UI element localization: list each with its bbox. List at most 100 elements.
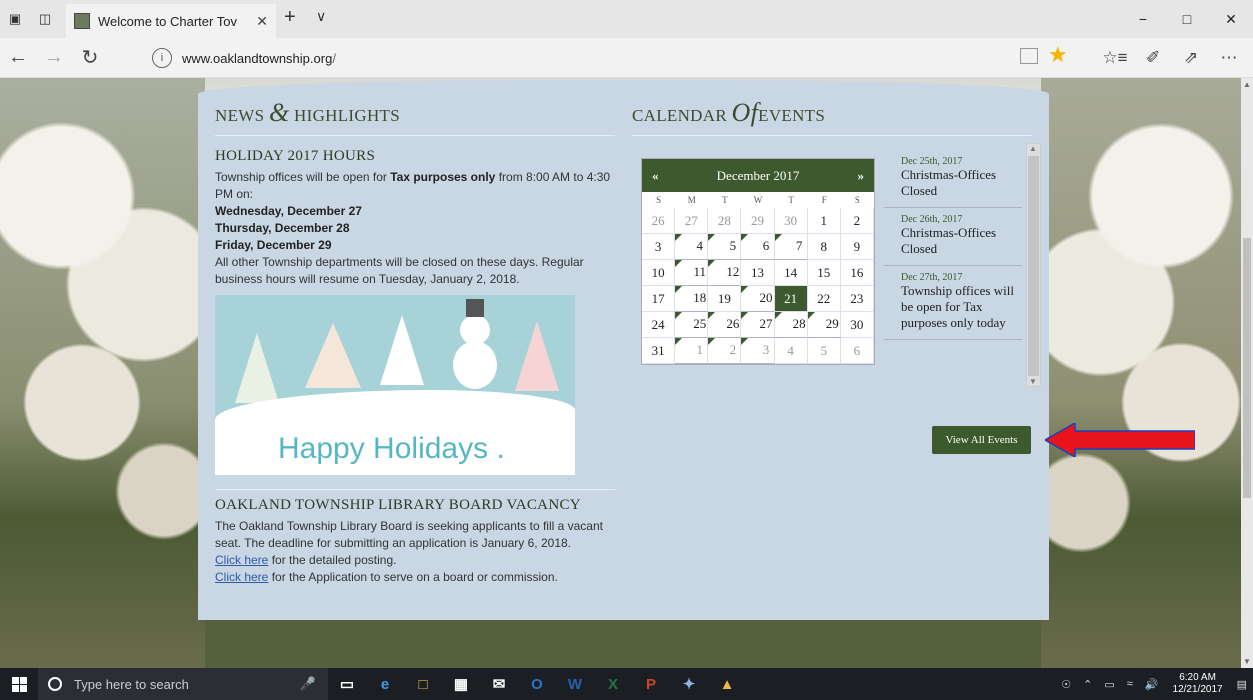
- set-aside-tabs-icon[interactable]: ◫: [30, 0, 60, 38]
- battery-icon[interactable]: ▭: [1098, 678, 1120, 691]
- calendar-day[interactable]: 6: [840, 338, 874, 364]
- calendar-day[interactable]: 18: [675, 286, 709, 312]
- prev-month-button[interactable]: «: [652, 168, 659, 184]
- view-all-events-button[interactable]: View All Events: [932, 426, 1031, 454]
- browser-tab[interactable]: Welcome to Charter Tov ✕: [66, 4, 276, 38]
- action-center-icon[interactable]: ▤: [1231, 678, 1253, 691]
- refresh-button[interactable]: ↻: [72, 38, 108, 78]
- calendar-day[interactable]: 26: [708, 312, 742, 338]
- event-item[interactable]: Dec 27th, 2017 Township offices will be o…: [884, 266, 1022, 340]
- calendar-day[interactable]: 12: [708, 260, 742, 286]
- calendar-day[interactable]: 31: [642, 338, 676, 364]
- address-bar[interactable]: i www.oaklandtownship.org /: [142, 44, 1087, 72]
- calendar-day[interactable]: 27: [675, 208, 709, 234]
- calendar-day[interactable]: 9: [840, 234, 874, 260]
- forward-button[interactable]: →: [36, 38, 72, 78]
- calendar-day[interactable]: 28: [774, 312, 808, 338]
- calendar-day[interactable]: 22: [807, 286, 841, 312]
- page-scroll-down-icon[interactable]: ▼: [1243, 657, 1251, 666]
- close-window-button[interactable]: ✕: [1209, 0, 1253, 38]
- calendar-day[interactable]: 29: [807, 312, 841, 338]
- calendar-day[interactable]: 19: [708, 286, 742, 312]
- calendar-day[interactable]: 30: [840, 312, 874, 338]
- calendar-day[interactable]: 25: [675, 312, 709, 338]
- start-button[interactable]: [0, 668, 38, 700]
- calendar-day[interactable]: 2: [708, 338, 742, 364]
- app-icon[interactable]: ✦: [670, 668, 708, 700]
- calendar-day[interactable]: 15: [807, 260, 841, 286]
- show-hidden-icons-icon[interactable]: ⌃: [1077, 678, 1098, 691]
- calendar-day[interactable]: 3: [642, 234, 676, 260]
- page-scrollbar[interactable]: ▲ ▼: [1241, 78, 1253, 668]
- calendar-day[interactable]: 16: [840, 260, 874, 286]
- taskbar-clock[interactable]: 6:20 AM 12/21/2017: [1165, 672, 1231, 696]
- edge-icon[interactable]: e: [366, 668, 404, 700]
- favorite-star-icon[interactable]: ★: [1048, 42, 1068, 68]
- scroll-down-icon[interactable]: ▼: [1029, 377, 1037, 386]
- calendar-day[interactable]: 3: [741, 338, 775, 364]
- detailed-posting-link[interactable]: Click here: [215, 553, 268, 567]
- calendar-day[interactable]: 5: [708, 234, 742, 260]
- calendar-day[interactable]: 24: [642, 312, 676, 338]
- calendar-day[interactable]: 4: [675, 234, 709, 260]
- people-icon[interactable]: ☉: [1055, 678, 1077, 691]
- page-scroll-thumb[interactable]: [1243, 238, 1251, 498]
- calendar-day[interactable]: 1: [807, 208, 841, 234]
- next-month-button[interactable]: »: [857, 168, 864, 184]
- wifi-icon[interactable]: ≈: [1121, 678, 1139, 690]
- calendar-day[interactable]: 28: [708, 208, 742, 234]
- calendar-day[interactable]: 11: [675, 260, 709, 286]
- volume-icon[interactable]: 🔊: [1139, 678, 1165, 691]
- excel-icon[interactable]: X: [594, 668, 632, 700]
- scroll-up-icon[interactable]: ▲: [1029, 144, 1037, 153]
- calendar-day[interactable]: 5: [807, 338, 841, 364]
- taskbar-search-box[interactable]: Type here to search 🎤: [38, 668, 328, 700]
- close-tab-icon[interactable]: ✕: [256, 13, 268, 30]
- calendar-day-today[interactable]: 21: [774, 286, 808, 312]
- calendar-day[interactable]: 27: [741, 312, 775, 338]
- calendar-day[interactable]: 13: [741, 260, 775, 286]
- calendar-day[interactable]: 29: [741, 208, 775, 234]
- site-info-icon[interactable]: i: [152, 48, 172, 68]
- page-scroll-up-icon[interactable]: ▲: [1243, 80, 1251, 89]
- tab-preview-icon[interactable]: ▣: [0, 0, 30, 38]
- calendar-day[interactable]: 14: [774, 260, 808, 286]
- app-icon[interactable]: ▲: [708, 668, 746, 700]
- word-icon[interactable]: W: [556, 668, 594, 700]
- outlook-icon[interactable]: O: [518, 668, 556, 700]
- share-icon[interactable]: ⇗: [1172, 38, 1210, 78]
- mail-icon[interactable]: ✉: [480, 668, 518, 700]
- favorites-hub-icon[interactable]: ☆≡: [1096, 38, 1134, 78]
- application-link[interactable]: Click here: [215, 570, 268, 584]
- calendar-day[interactable]: 10: [642, 260, 676, 286]
- calendar-day[interactable]: 20: [741, 286, 775, 312]
- tab-menu-chevron-icon[interactable]: ∨: [316, 8, 326, 25]
- restore-button[interactable]: □: [1165, 0, 1209, 38]
- event-item[interactable]: Dec 26th, 2017 Christmas-Offices Closed: [884, 208, 1022, 266]
- microphone-icon[interactable]: 🎤: [300, 676, 316, 692]
- more-menu-icon[interactable]: ⋯: [1210, 38, 1248, 78]
- calendar-day[interactable]: 6: [741, 234, 775, 260]
- calendar-day[interactable]: 2: [840, 208, 874, 234]
- article-title: HOLIDAY 2017 HOURS: [215, 148, 376, 164]
- back-button[interactable]: ←: [0, 38, 36, 78]
- calendar-day[interactable]: 23: [840, 286, 874, 312]
- minimize-button[interactable]: −: [1121, 0, 1165, 38]
- event-item[interactable]: Dec 25th, 2017 Christmas-Offices Closed: [884, 150, 1022, 208]
- store-icon[interactable]: ▦: [442, 668, 480, 700]
- event-list-scrollbar[interactable]: ▲ ▼: [1026, 143, 1041, 387]
- file-explorer-icon[interactable]: □: [404, 668, 442, 700]
- new-tab-button[interactable]: +: [284, 6, 296, 29]
- task-view-icon[interactable]: ▭: [328, 668, 366, 700]
- calendar-day[interactable]: 1: [675, 338, 709, 364]
- calendar-day[interactable]: 4: [774, 338, 808, 364]
- reading-view-icon[interactable]: [1020, 48, 1038, 64]
- powerpoint-icon[interactable]: P: [632, 668, 670, 700]
- calendar-day[interactable]: 8: [807, 234, 841, 260]
- calendar-day[interactable]: 7: [774, 234, 808, 260]
- calendar-day[interactable]: 17: [642, 286, 676, 312]
- web-note-icon[interactable]: ✐: [1134, 38, 1172, 78]
- calendar-day[interactable]: 26: [642, 208, 676, 234]
- calendar-day[interactable]: 30: [774, 208, 808, 234]
- scroll-thumb[interactable]: [1028, 156, 1039, 376]
